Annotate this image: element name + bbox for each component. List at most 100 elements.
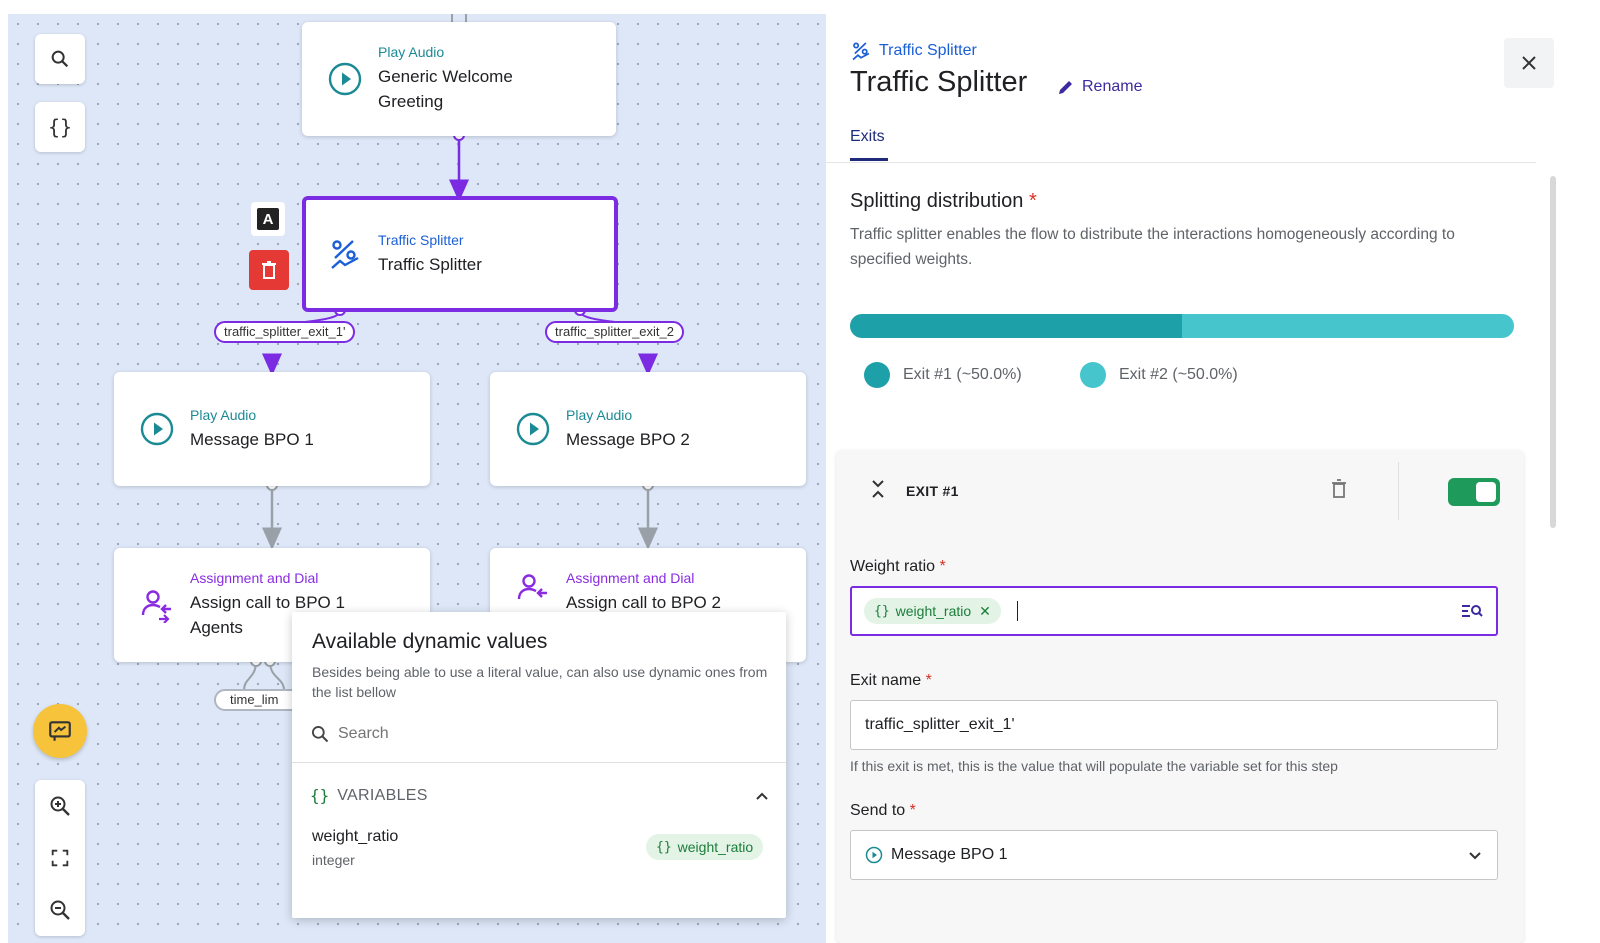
- play-circle-icon: [138, 410, 176, 448]
- close-icon: [1522, 56, 1536, 70]
- assign-agent-icon: [138, 586, 176, 624]
- legend-exit-1: Exit #1 (~50.0%): [864, 362, 1022, 388]
- weight-ratio-input[interactable]: {} weight_ratio ✕: [850, 586, 1498, 636]
- rename-button[interactable]: Rename: [1056, 77, 1142, 97]
- required-mark: *: [1029, 190, 1037, 212]
- text-caret: [1016, 601, 1018, 621]
- exit-card-1: EXIT #1 Weight ratio * {} weight_ratio ✕…: [836, 450, 1524, 943]
- panel-scrollbar[interactable]: [1550, 176, 1556, 528]
- toggle-knob: [1476, 482, 1496, 502]
- assign-agent-icon: [514, 570, 552, 608]
- legend-label: Exit #2 (~50.0%): [1119, 366, 1238, 383]
- variables-section-label: VARIABLES: [337, 786, 428, 804]
- time-limit-exit-pill[interactable]: time_lim: [214, 689, 304, 711]
- popup-search: [310, 722, 610, 746]
- flow-canvas[interactable]: {} Play Audio Generic Welcome Greeting A…: [8, 14, 826, 943]
- trash-icon: [262, 261, 276, 279]
- collapse-icon[interactable]: [870, 478, 886, 500]
- divider: [292, 762, 786, 763]
- zoom-out-button[interactable]: [35, 884, 85, 936]
- node-traffic-splitter[interactable]: Traffic Splitter Traffic Splitter: [302, 196, 618, 312]
- chevron-down-icon[interactable]: [1467, 847, 1483, 863]
- legend-dot: [1080, 362, 1106, 388]
- required-mark: *: [939, 558, 946, 575]
- node-message-bpo-2[interactable]: Play Audio Message BPO 2: [490, 372, 806, 486]
- play-circle-icon: [514, 410, 552, 448]
- node-name-label: Greeting: [378, 92, 444, 111]
- variable-type: integer: [312, 852, 355, 868]
- breadcrumb: Traffic Splitter: [850, 40, 977, 62]
- trash-icon[interactable]: [1330, 478, 1348, 500]
- legend-dot: [864, 362, 890, 388]
- search-icon: [312, 726, 329, 743]
- zoom-in-icon: [50, 796, 70, 816]
- list-search-icon: [1462, 605, 1483, 617]
- variable-name: weight_ratio: [312, 828, 399, 845]
- properties-panel: Traffic Splitter Traffic Splitter Rename…: [826, 0, 1600, 943]
- zoom-out-icon: [50, 900, 70, 920]
- distribution-segment-1: [850, 314, 1182, 338]
- exit-pill-2[interactable]: traffic_splitter_exit_2: [545, 321, 684, 343]
- search-icon: [51, 50, 69, 68]
- exit-card-label: EXIT #1: [906, 483, 959, 499]
- variables-section-header[interactable]: {} VARIABLES: [310, 786, 770, 805]
- braces-icon: {}: [656, 839, 672, 855]
- node-name-label: Message BPO 2: [566, 429, 690, 449]
- app-root: {} Play Audio Generic Welcome Greeting A…: [0, 0, 1600, 943]
- delete-node-button[interactable]: [249, 250, 289, 290]
- search-tool-button[interactable]: [35, 34, 85, 84]
- braces-icon: {}: [47, 115, 73, 139]
- splitting-distribution-title: Splitting distribution *: [850, 190, 1037, 212]
- send-to-value: Message BPO 1: [891, 846, 1008, 863]
- zoom-in-button[interactable]: [35, 780, 85, 832]
- feedback-fab-button[interactable]: [33, 704, 87, 758]
- panel-title: Traffic Splitter: [850, 66, 1028, 98]
- dynamic-values-popup: Available dynamic values Besides being a…: [292, 612, 786, 918]
- node-action-text-button[interactable]: A: [251, 202, 285, 236]
- popup-description: Besides being able to use a literal valu…: [312, 664, 768, 700]
- fit-view-button[interactable]: [35, 832, 85, 884]
- required-mark: *: [909, 802, 916, 819]
- exit-card-header: EXIT #1: [836, 450, 1524, 532]
- popup-search-input[interactable]: [338, 725, 588, 743]
- tab-exits[interactable]: Exits: [850, 128, 885, 146]
- zoom-controls: [35, 780, 85, 936]
- divider: [1398, 462, 1399, 520]
- weight-ratio-chip[interactable]: {} weight_ratio ✕: [864, 598, 1001, 624]
- popup-title: Available dynamic values: [312, 630, 548, 653]
- dynamic-values-button[interactable]: [1460, 601, 1484, 621]
- chevron-up-icon[interactable]: [754, 788, 770, 804]
- exit-pill-1[interactable]: traffic_splitter_exit_1': [214, 321, 356, 343]
- rename-label: Rename: [1082, 78, 1143, 95]
- variable-chip[interactable]: {} weight_ratio: [646, 834, 764, 860]
- required-mark: *: [925, 672, 932, 689]
- node-name-label: Message BPO 1: [190, 429, 314, 449]
- node-type-label: Play Audio: [378, 44, 445, 60]
- feedback-icon: [49, 721, 71, 741]
- node-type-label: Play Audio: [190, 406, 257, 423]
- node-type-label: Assignment and Dial: [190, 570, 319, 586]
- splitting-distribution-description: Traffic splitter enables the flow to dis…: [850, 226, 1455, 268]
- node-type-label: Play Audio: [566, 406, 633, 423]
- send-to-select[interactable]: Message BPO 1: [850, 830, 1498, 880]
- node-message-bpo-1[interactable]: Play Audio Message BPO 1: [114, 372, 430, 486]
- exit-name-helper: If this exit is met, this is the value t…: [850, 758, 1338, 774]
- exit-name-label: Exit name *: [850, 672, 932, 689]
- divider: [826, 162, 1536, 163]
- traffic-splitter-icon: [852, 42, 870, 61]
- node-generic-welcome[interactable]: Play Audio Generic Welcome Greeting: [302, 22, 616, 136]
- variables-tool-button[interactable]: {}: [35, 102, 85, 152]
- exit-name-input[interactable]: [865, 716, 1425, 734]
- node-type-label: Traffic Splitter: [378, 231, 464, 248]
- play-circle-icon: [326, 60, 364, 98]
- distribution-bar: [850, 314, 1514, 338]
- close-panel-button[interactable]: [1504, 38, 1554, 88]
- legend-label: Exit #1 (~50.0%): [903, 366, 1022, 383]
- node-name-label: Generic Welcome: [378, 67, 513, 86]
- distribution-segment-2: [1182, 314, 1514, 338]
- exit-name-field: [850, 700, 1498, 750]
- traffic-splitter-icon: [326, 235, 364, 273]
- exit-enabled-toggle[interactable]: [1448, 478, 1500, 506]
- chip-remove-icon[interactable]: ✕: [979, 603, 991, 620]
- node-type-label: Assignment and Dial: [566, 570, 695, 586]
